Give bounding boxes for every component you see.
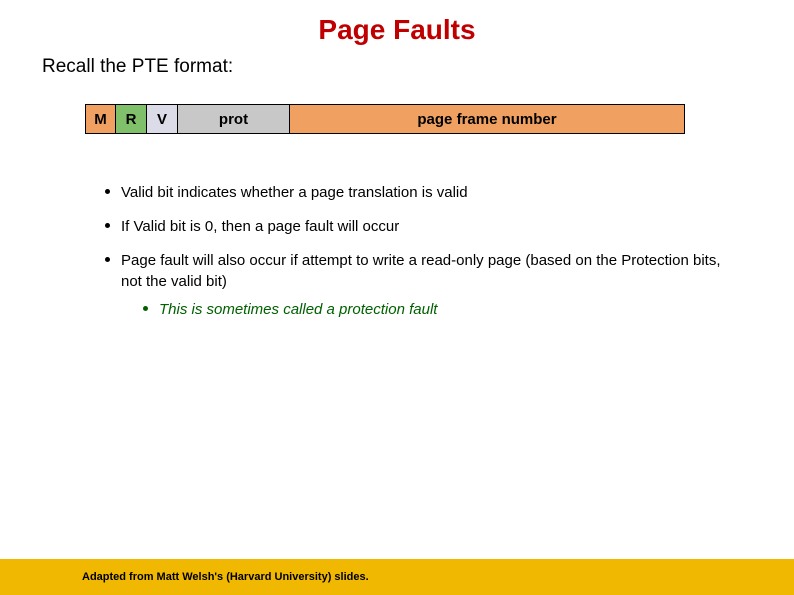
footer-attribution: Adapted from Matt Welsh's (Harvard Unive… xyxy=(0,559,794,595)
sub-list-item: This is sometimes called a protection fa… xyxy=(143,299,725,321)
list-item: If Valid bit is 0, then a page fault wil… xyxy=(105,216,725,238)
pte-cell-prot: prot xyxy=(178,104,290,134)
bullet-text: Page fault will also occur if attempt to… xyxy=(121,252,721,291)
pte-cell-pfn: page frame number xyxy=(290,104,685,134)
bullet-list: Valid bit indicates whether a page trans… xyxy=(105,182,794,321)
pte-cell-r: R xyxy=(116,104,147,134)
subtitle-text: Recall the PTE format: xyxy=(42,56,794,78)
page-title: Page Faults xyxy=(0,0,794,46)
pte-format-table: M R V prot page frame number xyxy=(85,104,794,134)
list-item: Page fault will also occur if attempt to… xyxy=(105,250,725,321)
pte-cell-v: V xyxy=(147,104,178,134)
list-item: Valid bit indicates whether a page trans… xyxy=(105,182,725,204)
pte-cell-m: M xyxy=(85,104,116,134)
